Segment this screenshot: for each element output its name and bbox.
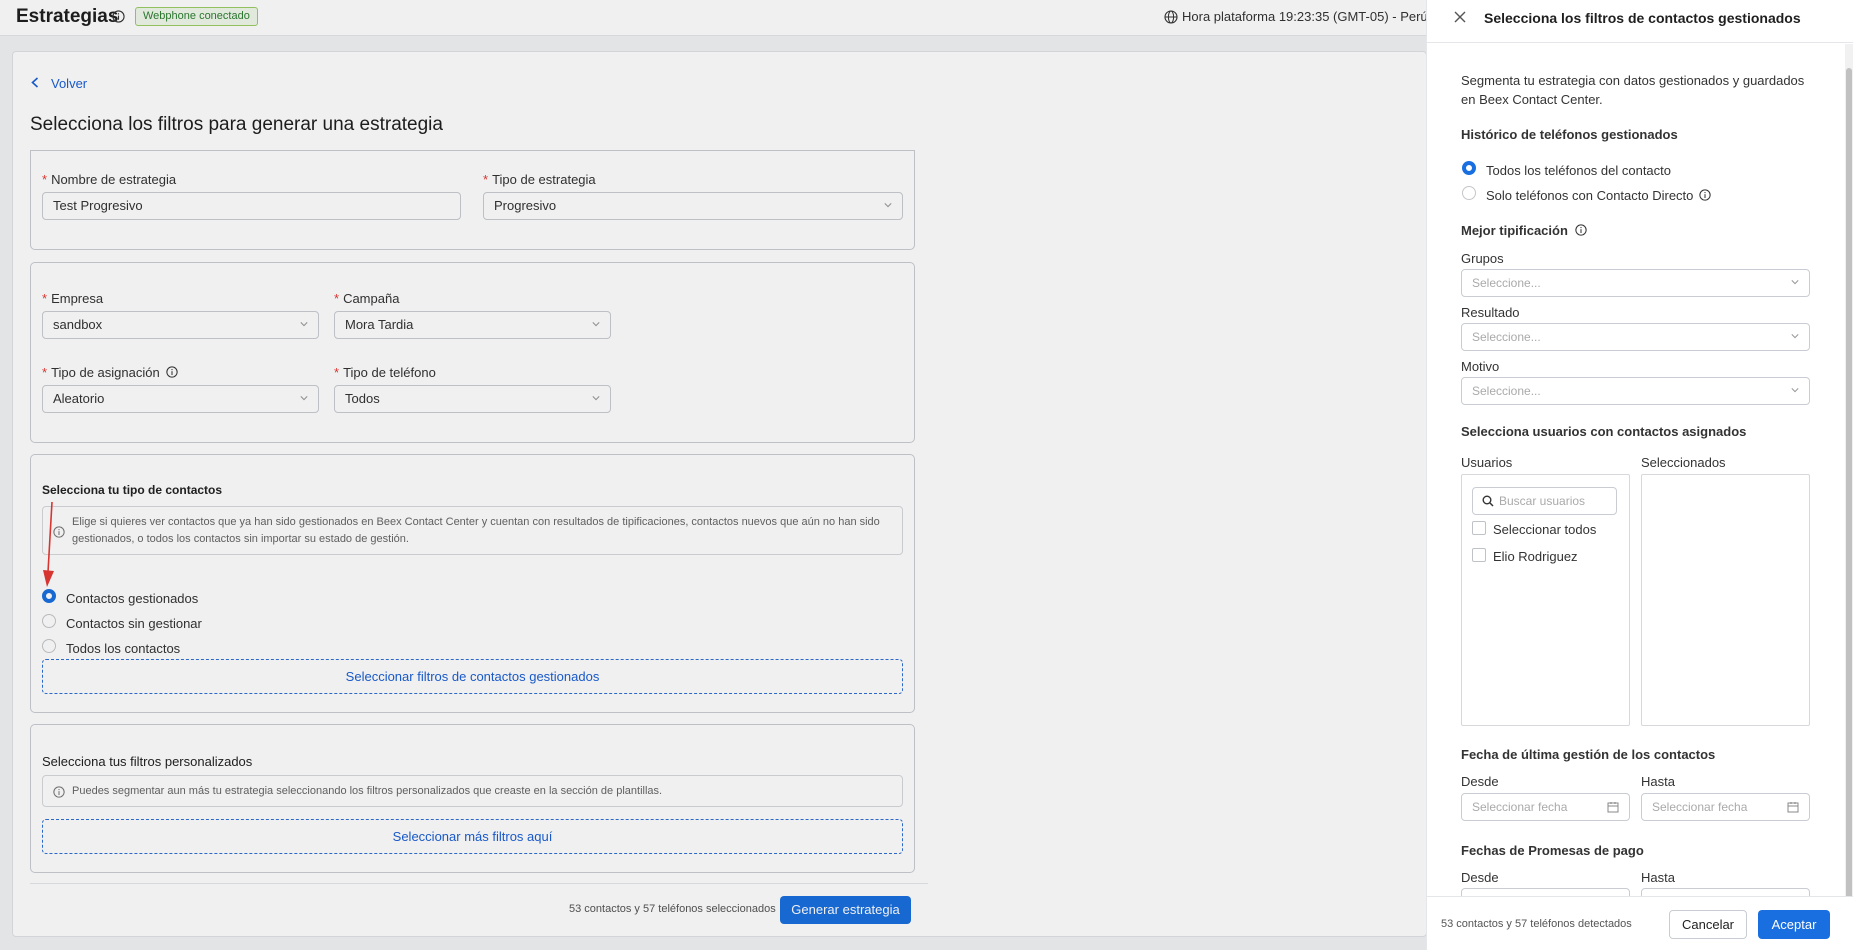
- drawer-scrollbar[interactable]: [1845, 44, 1853, 938]
- selected-users-label: Seleccionados: [1641, 455, 1726, 470]
- cancel-button[interactable]: Cancelar: [1669, 910, 1747, 939]
- phones-history-title: Histórico de teléfonos gestionados: [1461, 127, 1678, 142]
- info-icon[interactable]: [1699, 189, 1711, 201]
- close-icon[interactable]: [1454, 11, 1466, 26]
- select-all-checkbox[interactable]: [1472, 521, 1486, 535]
- user-name[interactable]: Elio Rodriguez: [1493, 549, 1578, 564]
- to-label: Hasta: [1641, 774, 1675, 789]
- radio-direct-contact-phones[interactable]: [1462, 186, 1476, 200]
- drawer-title: Selecciona los filtros de contactos gest…: [1484, 10, 1801, 26]
- groups-label: Grupos: [1461, 251, 1504, 266]
- result-select[interactable]: Seleccione...: [1461, 323, 1810, 351]
- chevron-down-icon: [1791, 388, 1799, 393]
- select-all-label[interactable]: Seleccionar todos: [1493, 522, 1596, 537]
- accept-button[interactable]: Aceptar: [1758, 910, 1830, 939]
- users-section-title: Selecciona usuarios con contactos asigna…: [1461, 424, 1747, 439]
- user-search-input[interactable]: Buscar usuarios: [1472, 487, 1617, 515]
- calendar-icon: [1787, 802, 1799, 813]
- scrollbar-thumb[interactable]: [1846, 68, 1852, 918]
- chevron-down-icon: [1791, 280, 1799, 285]
- drawer-intro: Segmenta tu estrategia con datos gestion…: [1461, 73, 1805, 107]
- detected-count: 53 contactos y 57 teléfonos detectados: [1441, 918, 1632, 930]
- drawer-divider: [1427, 42, 1853, 43]
- radio-all-phones[interactable]: [1462, 161, 1476, 175]
- calendar-icon: [1607, 802, 1619, 813]
- user-checkbox[interactable]: [1472, 548, 1486, 562]
- info-icon[interactable]: [1574, 224, 1587, 236]
- search-icon: [1482, 495, 1494, 507]
- drawer-footer: 53 contactos y 57 teléfonos detectados C…: [1427, 896, 1853, 950]
- promises-from-label: Desde: [1461, 870, 1499, 885]
- payment-promises-title: Fechas de Promesas de pago: [1461, 843, 1644, 858]
- users-label: Usuarios: [1461, 455, 1513, 470]
- from-label: Desde: [1461, 774, 1499, 789]
- last-management-title: Fecha de última gestión de los contactos: [1461, 747, 1716, 762]
- reason-select[interactable]: Seleccione...: [1461, 377, 1810, 405]
- direct-contact-phones-label[interactable]: Solo teléfonos con Contacto Directo: [1486, 188, 1711, 203]
- promises-to-label: Hasta: [1641, 870, 1675, 885]
- selected-users-box: [1641, 474, 1810, 726]
- last-management-to-date[interactable]: Seleccionar fecha: [1641, 793, 1810, 821]
- chevron-down-icon: [1791, 334, 1799, 339]
- groups-select[interactable]: Seleccione...: [1461, 269, 1810, 297]
- all-phones-label[interactable]: Todos los teléfonos del contacto: [1486, 163, 1671, 178]
- best-typification-title: Mejor tipificación: [1461, 223, 1587, 238]
- last-management-from-date[interactable]: Seleccionar fecha: [1461, 793, 1630, 821]
- reason-label: Motivo: [1461, 359, 1500, 374]
- drawer-overlay[interactable]: [0, 0, 1426, 950]
- result-label: Resultado: [1461, 305, 1520, 320]
- managed-filters-drawer: Selecciona los filtros de contactos gest…: [1426, 0, 1853, 950]
